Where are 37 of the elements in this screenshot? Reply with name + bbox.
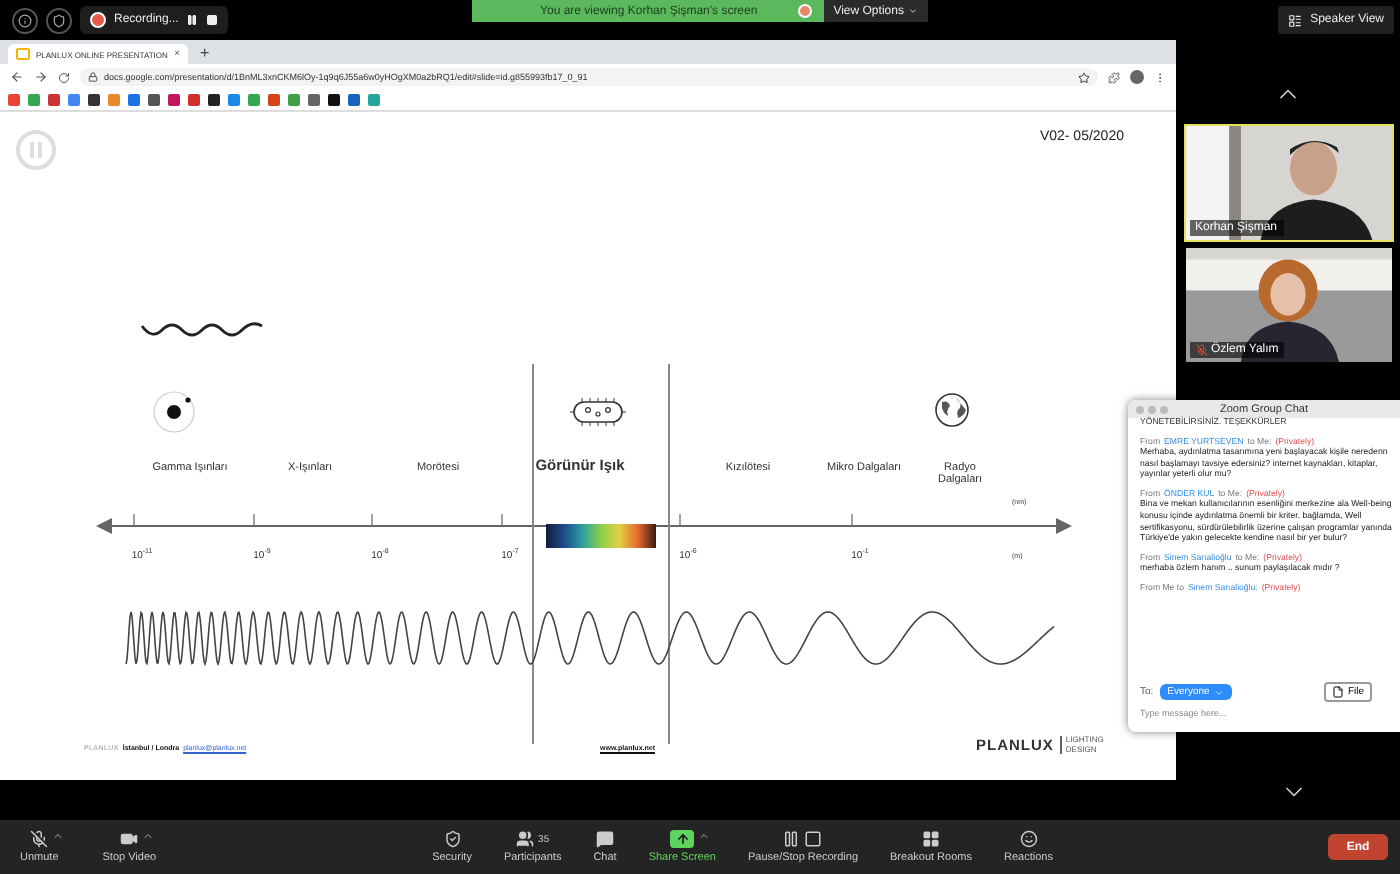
caret-icon[interactable]	[142, 830, 155, 842]
people-icon	[516, 830, 535, 848]
caret-icon[interactable]	[698, 830, 711, 842]
status-dot-icon	[797, 4, 812, 18]
video-camera-icon	[120, 830, 139, 848]
spectrum-bar	[546, 524, 656, 548]
file-icon	[1331, 686, 1344, 698]
extension-icon[interactable]	[1108, 71, 1120, 83]
avatar-icon[interactable]	[1130, 70, 1144, 84]
atom-icon	[152, 390, 196, 434]
smiley-icon	[1019, 830, 1038, 848]
stop-icon[interactable]	[206, 14, 219, 26]
lock-icon	[88, 72, 98, 82]
layout-icon	[1288, 13, 1303, 27]
pause-icon	[782, 830, 801, 848]
caret-icon	[907, 6, 918, 16]
star-icon[interactable]	[1078, 71, 1090, 83]
wave-icon	[140, 320, 264, 340]
share-screen-icon	[670, 830, 695, 848]
record-dot-icon	[90, 12, 106, 28]
pause-icon[interactable]	[186, 14, 199, 26]
logo-icon	[16, 130, 56, 170]
stop-icon	[804, 830, 823, 848]
new-tab-button[interactable]: +	[200, 44, 210, 64]
grid-icon	[922, 830, 940, 848]
cell-icon	[570, 396, 626, 428]
slides-icon	[16, 48, 30, 60]
shield-icon[interactable]	[46, 7, 72, 33]
shield-icon	[443, 830, 462, 848]
caret-icon[interactable]	[52, 830, 65, 842]
reload-icon[interactable]	[58, 71, 70, 83]
chat-icon	[596, 830, 615, 848]
info-icon[interactable]	[12, 7, 38, 33]
forward-icon[interactable]	[34, 70, 48, 84]
caret-icon	[1213, 687, 1224, 697]
globe-icon	[934, 392, 970, 428]
back-icon[interactable]	[10, 70, 24, 84]
